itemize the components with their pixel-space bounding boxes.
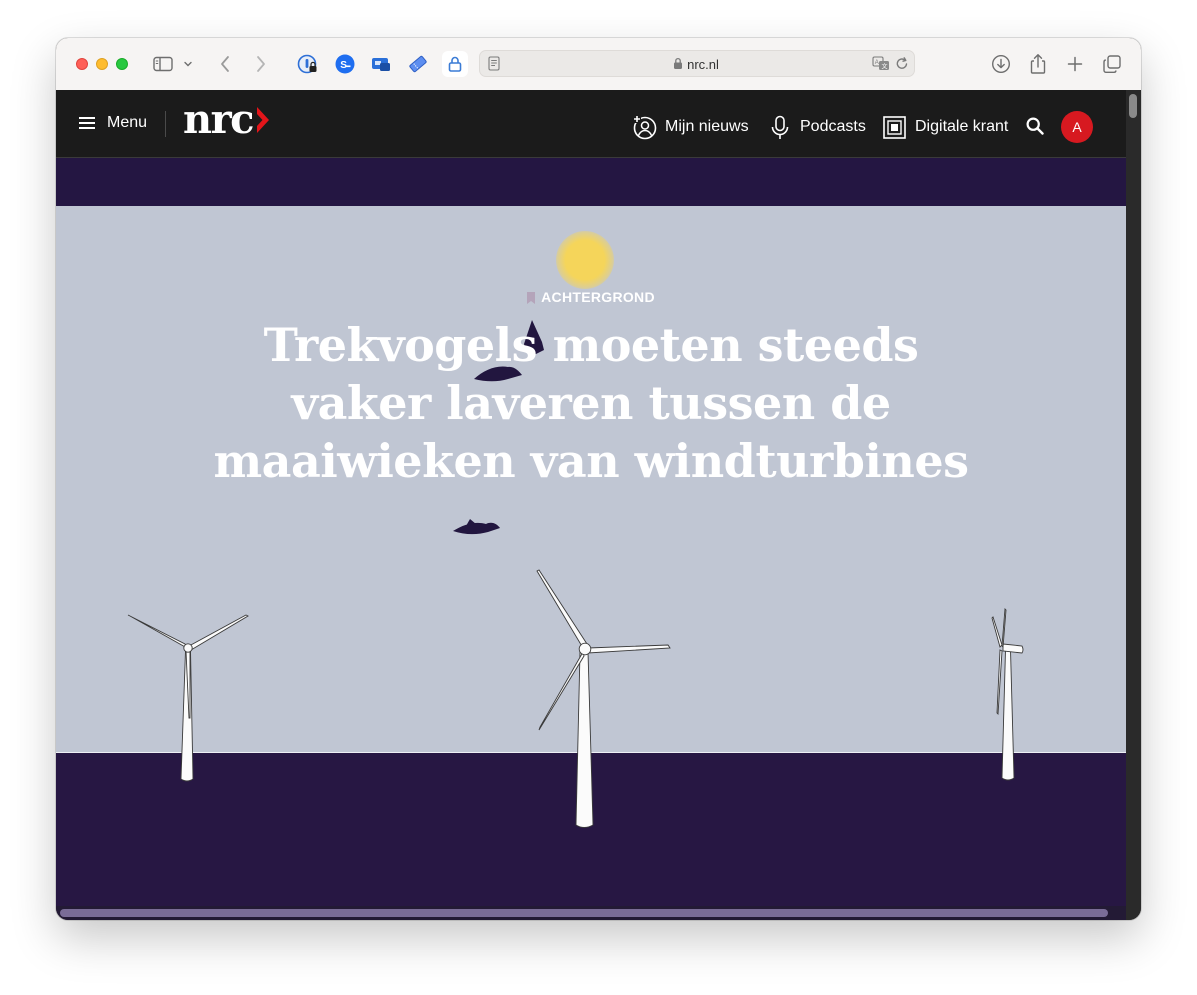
- browser-toolbar: S nrc.nl A文: [56, 38, 1141, 91]
- s-extension-icon[interactable]: S: [333, 52, 357, 76]
- share-icon[interactable]: [1026, 52, 1050, 76]
- password-manager-extension-icon[interactable]: [296, 52, 320, 76]
- microphone-icon[interactable]: [770, 115, 790, 146]
- tab-overview-icon[interactable]: [1100, 52, 1124, 76]
- nrc-logo[interactable]: nrc: [183, 100, 272, 140]
- ticket-extension-icon[interactable]: [406, 52, 430, 76]
- hamburger-menu-icon[interactable]: [79, 116, 96, 135]
- nav-digitale-krant[interactable]: Digitale krant: [915, 118, 1008, 136]
- hero-illustration: ACHTERGROND Trekvogels moeten steeds vak…: [56, 206, 1126, 752]
- horizontal-scrollbar-thumb[interactable]: [60, 909, 1108, 917]
- new-tab-plus-icon[interactable]: [1063, 52, 1087, 76]
- vertical-scrollbar-thumb[interactable]: [1129, 94, 1137, 118]
- nav-podcasts[interactable]: Podcasts: [800, 118, 866, 136]
- menu-button[interactable]: Menu: [107, 114, 147, 132]
- svg-text:A: A: [875, 60, 879, 66]
- logo-wordmark: nrc: [183, 96, 255, 143]
- nav-mijn-nieuws[interactable]: Mijn nieuws: [665, 118, 749, 136]
- translate-icon[interactable]: A文: [872, 56, 890, 76]
- header-divider: [165, 111, 166, 137]
- url-text: nrc.nl: [687, 57, 719, 72]
- downloads-icon[interactable]: [989, 52, 1013, 76]
- search-icon[interactable]: [1026, 117, 1044, 140]
- logo-chevron-icon: [257, 107, 270, 133]
- sidebar-toggle-icon[interactable]: [151, 52, 175, 76]
- zoom-window-button[interactable]: [116, 58, 128, 70]
- chevron-down-icon[interactable]: [181, 52, 195, 76]
- site-header: Menu nrc Mijn nieuws Podcasts Digitale k…: [56, 90, 1126, 158]
- mijn-nieuws-icon[interactable]: [632, 114, 658, 145]
- browser-window: S nrc.nl A文 Menu nrc Mijn nieuws Podcast…: [56, 38, 1141, 920]
- avatar-letter: A: [1072, 119, 1082, 135]
- avatar[interactable]: A: [1061, 111, 1093, 143]
- lock-extension-icon[interactable]: [442, 51, 468, 77]
- screen-extension-icon[interactable]: [369, 52, 393, 76]
- top-sea-band: [56, 158, 1126, 206]
- back-arrow-icon[interactable]: [213, 52, 237, 76]
- newspaper-icon[interactable]: [883, 116, 906, 144]
- svg-text:文: 文: [882, 62, 888, 70]
- forward-arrow-icon[interactable]: [249, 52, 273, 76]
- minimize-window-button[interactable]: [96, 58, 108, 70]
- address-bar[interactable]: nrc.nl A文: [479, 50, 915, 77]
- close-window-button[interactable]: [76, 58, 88, 70]
- sea-band: [56, 752, 1126, 909]
- bird-2: [453, 519, 500, 535]
- horizontal-scrollbar[interactable]: [56, 906, 1126, 920]
- reload-icon[interactable]: [895, 56, 909, 76]
- vertical-scrollbar[interactable]: [1126, 90, 1141, 920]
- article-headline[interactable]: Trekvogels moeten steeds vaker laveren t…: [191, 316, 991, 490]
